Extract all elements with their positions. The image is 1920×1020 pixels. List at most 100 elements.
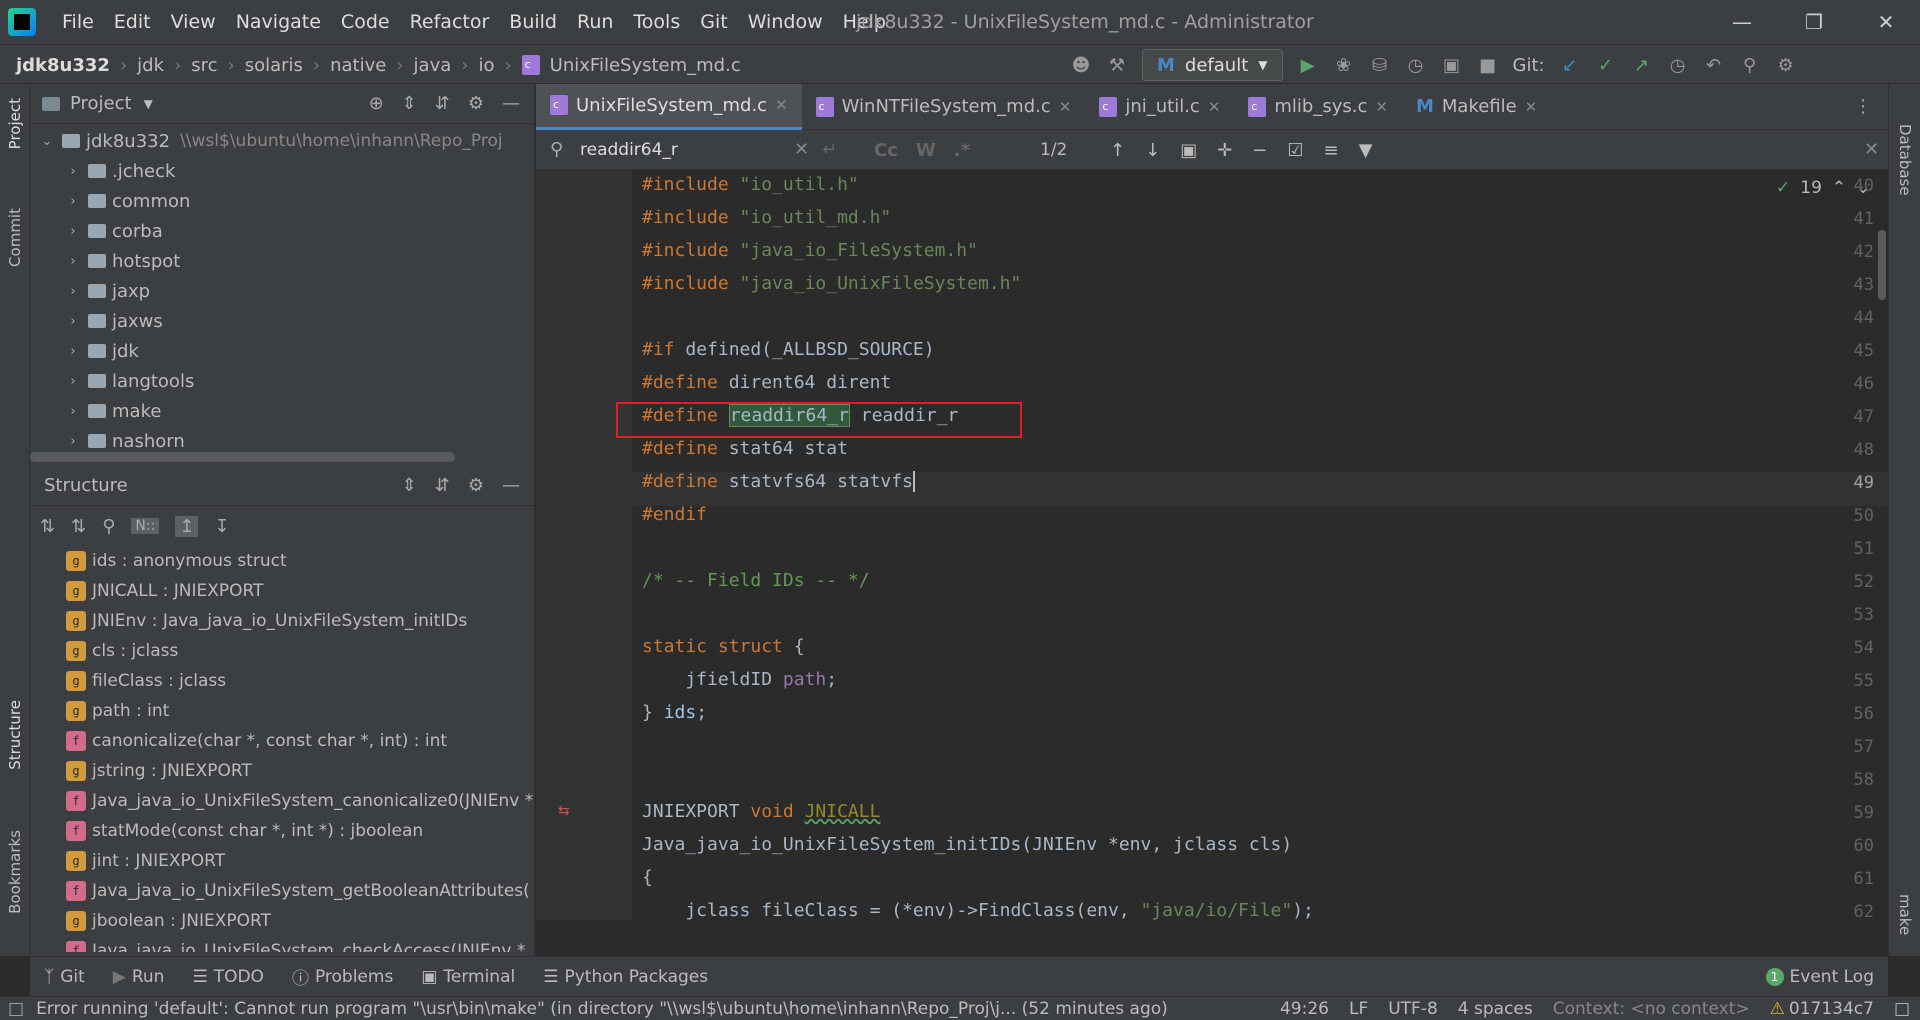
settings-gear-icon[interactable]: ⚙: [1775, 54, 1797, 76]
select-all-occurrences-icon[interactable]: ▣: [1180, 140, 1197, 161]
expand-all-icon[interactable]: ⇕: [402, 93, 417, 114]
tool-window-project[interactable]: Project: [6, 98, 24, 149]
tree-item[interactable]: › common: [30, 186, 534, 216]
breadcrumb-item[interactable]: src: [191, 55, 217, 76]
chevron-right-icon[interactable]: ›: [64, 164, 82, 179]
horizontal-scrollbar[interactable]: [30, 452, 455, 462]
menu-file[interactable]: File: [52, 0, 104, 44]
autoscroll-to-source-icon[interactable]: ↥: [175, 515, 199, 537]
toggle-tool-windows-icon[interactable]: □: [8, 999, 24, 1019]
regex-toggle[interactable]: .*: [954, 140, 970, 161]
collapse-all-icon[interactable]: ⇵: [435, 475, 450, 496]
gear-icon[interactable]: ⚙: [468, 475, 484, 496]
tool-window-bookmarks[interactable]: Bookmarks: [6, 830, 24, 914]
caret-position[interactable]: 49:26: [1280, 999, 1329, 1019]
chevron-right-icon[interactable]: ›: [64, 434, 82, 449]
tree-item[interactable]: › corba: [30, 216, 534, 246]
restore-button[interactable]: ❐: [1784, 0, 1844, 44]
breadcrumb-item[interactable]: jdk8u332: [16, 55, 110, 76]
close-icon[interactable]: ✕: [1059, 98, 1072, 116]
chevron-down-icon[interactable]: ▼: [144, 97, 153, 111]
collapse-all-icon[interactable]: ⇵: [435, 93, 450, 114]
breadcrumb-item[interactable]: io: [478, 55, 494, 76]
navigate-declaration-icon[interactable]: ⇆: [558, 803, 570, 819]
find-input[interactable]: readdir64_r: [536, 130, 826, 170]
lock-icon[interactable]: □: [1894, 999, 1910, 1019]
tool-run[interactable]: ▶ Run: [99, 957, 179, 997]
tab-mlib-sys[interactable]: mlib_sys.c ✕: [1234, 84, 1402, 130]
menu-view[interactable]: View: [161, 0, 226, 44]
menu-git[interactable]: Git: [690, 0, 737, 44]
git-branch[interactable]: 017134c7: [1789, 999, 1874, 1019]
namespace-toggle-icon[interactable]: N::: [131, 518, 160, 534]
menu-navigate[interactable]: Navigate: [226, 0, 331, 44]
tree-item[interactable]: › nashorn: [30, 426, 534, 454]
sort-type-icon[interactable]: ⇅: [71, 516, 86, 537]
tool-problems[interactable]: ⓘ Problems: [278, 957, 407, 997]
profile-icon[interactable]: ◷: [1405, 54, 1427, 76]
list-item[interactable]: g path : int: [30, 696, 534, 726]
context-selector[interactable]: Context: <no context>: [1553, 999, 1750, 1019]
next-occurrence-icon[interactable]: ↓: [1145, 140, 1160, 161]
tool-window-structure[interactable]: Structure: [6, 700, 24, 770]
git-push-icon[interactable]: ↗: [1631, 54, 1653, 76]
tab-winntfilesystem-md[interactable]: WinNTFileSystem_md.c ✕: [802, 84, 1086, 130]
remove-occurrence-icon[interactable]: −: [1252, 140, 1267, 161]
project-panel-title[interactable]: Project: [70, 93, 132, 114]
list-item[interactable]: f canonicalize(char *, const char *, int)…: [30, 726, 534, 756]
list-item[interactable]: g fileClass : jclass: [30, 666, 534, 696]
tree-item[interactable]: › make: [30, 396, 534, 426]
breadcrumb-item[interactable]: java: [414, 55, 452, 76]
run-icon[interactable]: ▶: [1297, 54, 1319, 76]
tool-todo[interactable]: ☰ TODO: [178, 957, 278, 997]
tool-git[interactable]: ᛉ Git: [30, 957, 99, 997]
tree-root[interactable]: ⌄ jdk8u332 \\wsl$\ubuntu\home\inhann\Rep…: [30, 126, 534, 156]
filter-lines-icon[interactable]: ≡: [1324, 140, 1339, 161]
chevron-right-icon[interactable]: ›: [64, 224, 82, 239]
status-message[interactable]: Error running 'default': Cannot run prog…: [36, 999, 1216, 1019]
menu-refactor[interactable]: Refactor: [400, 0, 500, 44]
menu-run[interactable]: Run: [567, 0, 623, 44]
tree-item[interactable]: › hotspot: [30, 246, 534, 276]
autoscroll-from-source-icon[interactable]: ↧: [214, 516, 229, 537]
rollback-icon[interactable]: ↶: [1703, 54, 1725, 76]
breadcrumb-item[interactable]: native: [330, 55, 386, 76]
menu-tools[interactable]: Tools: [623, 0, 690, 44]
list-item[interactable]: f Java_java_io_UnixFileSystem_getBooleanA…: [30, 876, 534, 906]
line-separator[interactable]: LF: [1349, 999, 1368, 1019]
coverage-icon[interactable]: ⛁: [1369, 54, 1391, 76]
file-encoding[interactable]: UTF-8: [1388, 999, 1438, 1019]
close-icon[interactable]: ✕: [775, 96, 788, 114]
list-item[interactable]: g JNICALL : JNIEXPORT: [30, 576, 534, 606]
select-all-matches-icon[interactable]: ☑: [1287, 140, 1303, 161]
chevron-right-icon[interactable]: ›: [64, 314, 82, 329]
expand-all-icon[interactable]: ⇕: [402, 475, 417, 496]
indent-setting[interactable]: 4 spaces: [1458, 999, 1533, 1019]
new-line-icon[interactable]: ↵: [822, 139, 837, 160]
previous-highlight-icon[interactable]: ⌃: [1832, 178, 1846, 198]
list-item[interactable]: f statMode(const char *, int *) : jboolea…: [30, 816, 534, 846]
close-icon[interactable]: ✕: [1864, 139, 1879, 160]
tab-jni-util[interactable]: jni_util.c ✕: [1085, 84, 1234, 130]
tab-unixfilesystem-md[interactable]: UnixFileSystem_md.c ✕: [536, 83, 802, 130]
gear-icon[interactable]: ⚙: [468, 93, 484, 114]
tree-item[interactable]: › jaxp: [30, 276, 534, 306]
close-icon[interactable]: ✕: [1208, 98, 1221, 116]
hide-icon[interactable]: —: [502, 475, 520, 496]
tool-python-packages[interactable]: ☰ Python Packages: [529, 957, 722, 997]
tool-terminal[interactable]: ▣ Terminal: [407, 957, 529, 997]
chevron-right-icon[interactable]: ›: [64, 404, 82, 419]
tree-item[interactable]: › jaxws: [30, 306, 534, 336]
debug-icon[interactable]: ❀: [1333, 54, 1355, 76]
list-item[interactable]: g jstring : JNIEXPORT: [30, 756, 534, 786]
history-icon[interactable]: ◷: [1667, 54, 1689, 76]
hammer-build-icon[interactable]: ⚒: [1106, 54, 1128, 76]
code-editor[interactable]: ✓ 19 ⌃ ⌄ 40 #include "io_util.h" 41 #inc…: [536, 170, 1888, 920]
filter-icon[interactable]: ⚲: [102, 516, 115, 537]
tool-event-log[interactable]: 1 Event Log: [1752, 957, 1888, 997]
menu-window[interactable]: Window: [738, 0, 833, 44]
git-commit-icon[interactable]: ✓: [1595, 54, 1617, 76]
tool-window-make[interactable]: make: [1896, 894, 1914, 935]
chevron-right-icon[interactable]: ›: [64, 254, 82, 269]
more-tabs-icon[interactable]: ⋮: [1854, 96, 1872, 117]
